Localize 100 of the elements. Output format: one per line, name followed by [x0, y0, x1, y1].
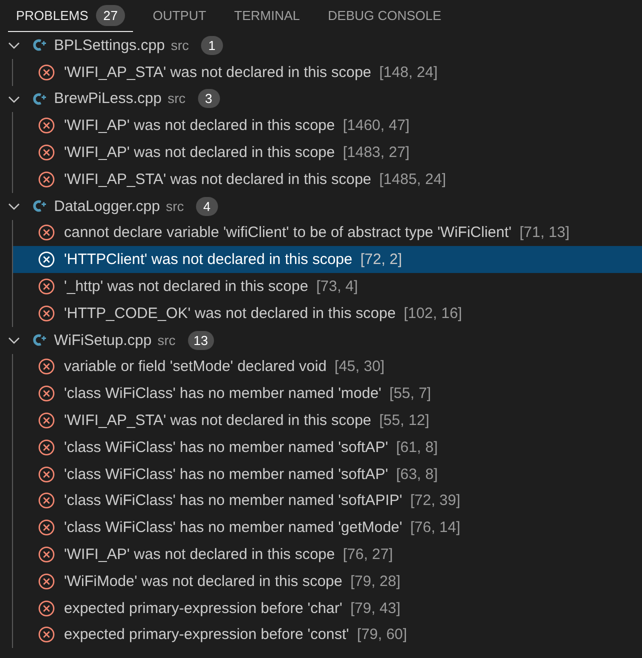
file-row[interactable]: WiFiSetup.cpp src 13	[0, 326, 642, 354]
problem-location: [148, 24]	[379, 64, 438, 81]
problem-row[interactable]: 'class WiFiClass' has no member named 'softAP' [63, 8]	[13, 460, 642, 488]
problem-row[interactable]: '_http' was not declared in this scope [73, 4]	[13, 273, 642, 300]
file-name: BrewPiLess.cpp	[54, 90, 162, 108]
problem-row[interactable]: 'class WiFiClass' has no member named 'getMode' [76, 14]	[13, 514, 642, 542]
problem-message: 'WiFiMode' was not declared in this scope	[64, 572, 342, 590]
problem-message: 'WIFI_AP' was not declared in this scope	[64, 546, 335, 564]
error-icon	[38, 144, 55, 162]
problem-location: [76, 27]	[342, 546, 393, 564]
error-icon	[38, 546, 55, 564]
error-icon	[38, 572, 55, 590]
count-badge: 4	[196, 196, 218, 216]
problem-location: [1460, 47]	[342, 117, 410, 134]
error-icon	[38, 224, 55, 242]
error-icon	[38, 117, 55, 134]
panel-tab[interactable]: OUTPUT	[144, 0, 214, 32]
problem-message: 'WIFI_AP_STA' was not declared in this scope	[64, 64, 372, 81]
file-name: DataLogger.cpp	[54, 198, 160, 215]
problem-row[interactable]: 'HTTP_CODE_OK' was not declared in this scope [102, 16]	[13, 300, 642, 327]
problem-message: 'class WiFiClass' has no member named 'softAP'	[64, 466, 388, 483]
cpp-file-icon	[32, 38, 46, 52]
folder-label: src	[170, 38, 189, 53]
problem-row[interactable]: 'WIFI_AP' was not declared in this scope [1460, 47]	[13, 112, 642, 140]
file-row[interactable]: DataLogger.cpp src 4	[0, 192, 642, 220]
folder-label: src	[168, 91, 186, 106]
problem-message: 'HTTPClient' was not declared in this scope	[64, 251, 352, 268]
folder-label: src	[158, 332, 176, 348]
problem-location: [76, 14]	[410, 519, 460, 536]
problem-message: 'WIFI_AP' was not declared in this scope	[64, 117, 335, 134]
problem-location: [71, 13]	[520, 224, 570, 242]
problem-message: 'WIFI_AP' was not declared in this scope	[64, 144, 335, 162]
problem-message: variable or field 'setMode' declared void	[64, 358, 327, 376]
problem-row[interactable]: variable or field 'setMode' declared void [45, 30]	[13, 354, 642, 380]
cpp-file-icon	[32, 199, 46, 214]
problem-location: [79, 28]	[350, 572, 400, 590]
file-row[interactable]: BrewPiLess.cpp src 3	[0, 86, 642, 112]
error-icon	[38, 600, 55, 617]
error-icon	[38, 64, 55, 81]
file-name: BPLSettings.cpp	[54, 36, 165, 54]
cpp-file-icon	[32, 92, 46, 106]
problem-row[interactable]: 'WIFI_AP_STA' was not declared in this scope [55, 12]	[13, 407, 642, 434]
error-icon	[38, 466, 55, 483]
problem-row[interactable]: 'class WiFiClass' has no member named 'mode' [55, 7]	[13, 380, 642, 408]
file-row[interactable]: BPLSettings.cpp src 1	[0, 32, 642, 59]
problem-location: [1483, 27]	[342, 144, 410, 162]
problem-row[interactable]: 'WIFI_AP' was not declared in this scope [1483, 27]	[13, 139, 642, 166]
problem-row[interactable]: 'HTTPClient' was not declared in this scope [72, 2]	[13, 246, 642, 274]
count-badge: 13	[188, 330, 214, 350]
problem-location: [72, 39]	[410, 492, 460, 510]
problem-location: [63, 8]	[396, 466, 438, 483]
error-icon	[38, 626, 55, 644]
problem-message: cannot declare variable 'wifiClient' to be of abstract type 'WiFiClient'	[64, 224, 512, 242]
panel-tab[interactable]: TERMINAL	[226, 0, 308, 32]
problem-message: '_http' was not declared in this scope	[64, 278, 308, 296]
problem-location: [73, 4]	[316, 278, 358, 296]
problem-location: [61, 8]	[396, 438, 438, 456]
problem-location: [72, 2]	[360, 251, 402, 268]
count-badge: 3	[198, 89, 220, 108]
problem-location: [55, 12]	[379, 412, 430, 430]
count-badge: 27	[96, 5, 125, 26]
file-name: WiFiSetup.cpp	[54, 332, 152, 349]
error-icon	[38, 170, 55, 188]
problem-location: [55, 7]	[389, 385, 432, 402]
panel-tab[interactable]: DEBUG CONSOLE	[320, 0, 450, 32]
problem-location: [102, 16]	[404, 304, 462, 322]
problem-location: [79, 43]	[350, 600, 400, 617]
problem-row[interactable]: 'class WiFiClass' has no member named 'softAPIP' [72, 39]	[13, 488, 642, 514]
error-icon	[38, 304, 55, 322]
problem-message: 'WIFI_AP_STA' was not declared in this scope	[64, 412, 372, 430]
problem-row[interactable]: 'WIFI_AP_STA' was not declared in this scope [1485, 24]	[13, 166, 642, 193]
problem-message: expected primary-expression before 'char'	[64, 600, 342, 617]
error-icon	[38, 492, 55, 510]
problem-location: [45, 30]	[334, 358, 385, 376]
problem-message: 'class WiFiClass' has no member named 'softAP'	[64, 438, 388, 456]
problem-row[interactable]: 'class WiFiClass' has no member named 'softAP' [61, 8]	[13, 434, 642, 461]
cpp-file-icon	[32, 333, 46, 348]
error-icon	[38, 412, 55, 430]
error-icon	[38, 519, 55, 536]
folder-label: src	[166, 198, 184, 214]
problem-message: 'class WiFiClass' has no member named 'mode'	[64, 385, 382, 402]
problem-location: [79, 60]	[357, 626, 408, 644]
error-icon	[38, 251, 55, 268]
error-icon	[38, 438, 55, 456]
problem-row[interactable]: 'WIFI_AP' was not declared in this scope [76, 27]	[13, 541, 642, 568]
problem-row[interactable]: 'WIFI_AP_STA' was not declared in this scope [148, 24]	[13, 58, 642, 86]
problem-location: [1485, 24]	[379, 170, 446, 188]
error-icon	[38, 358, 55, 376]
error-icon	[38, 385, 55, 402]
problem-row[interactable]: expected primary-expression before 'char' [79, 43]	[13, 594, 642, 622]
panel-tab[interactable]: PROBLEMS 27	[8, 0, 133, 32]
problem-message: 'class WiFiClass' has no member named 'softAPIP'	[64, 492, 402, 510]
problem-message: expected primary-expression before 'const'	[64, 626, 350, 644]
problem-row[interactable]: 'WiFiMode' was not declared in this scope [79, 28]	[13, 568, 642, 595]
problem-row[interactable]: cannot declare variable 'wifiClient' to be of abstract type 'WiFiClient' [71, 13]	[13, 220, 642, 246]
problem-message: 'class WiFiClass' has no member named 'getMode'	[64, 519, 402, 536]
problem-message: 'WIFI_AP_STA' was not declared in this scope	[64, 170, 372, 188]
error-icon	[38, 278, 55, 296]
problem-row[interactable]: expected primary-expression before 'const' [79, 60]	[13, 622, 642, 648]
problem-message: 'HTTP_CODE_OK' was not declared in this scope	[64, 304, 396, 322]
